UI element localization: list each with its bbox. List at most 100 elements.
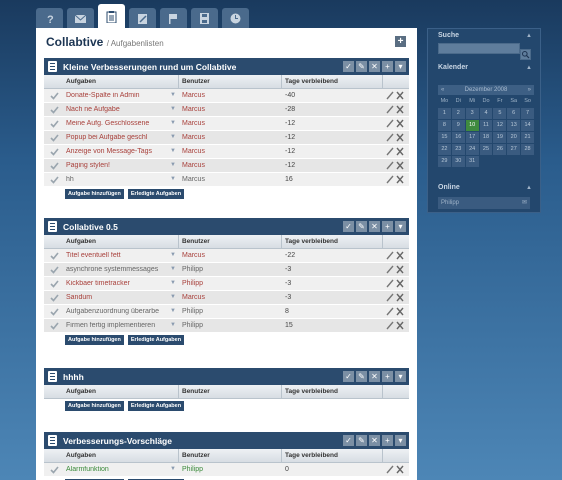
task-name[interactable]: Sandum	[66, 294, 176, 301]
search-button[interactable]	[520, 49, 531, 60]
table-row[interactable]: Meine Aufg. Geschlossene ▼ Marcus -12	[44, 117, 409, 131]
help-tab[interactable]: ?	[36, 8, 63, 28]
task-user[interactable]: Marcus	[182, 148, 205, 155]
task-user[interactable]: Philipp	[182, 280, 203, 287]
collapse-icon[interactable]: ▲	[526, 181, 532, 195]
expand-icon[interactable]: ▼	[170, 176, 176, 182]
calendar-day[interactable]: 15	[438, 132, 451, 143]
delete-icon[interactable]	[396, 321, 404, 330]
calendar-day[interactable]: 2	[451, 108, 465, 119]
calendar-day[interactable]: 18	[479, 132, 493, 143]
calendar-day[interactable]: 3	[465, 108, 479, 119]
expand-icon[interactable]: ▼	[170, 106, 176, 112]
add-task-button[interactable]: Aufgabe hinzufügen	[65, 335, 124, 345]
task-name[interactable]: Kickbaer timetracker	[66, 280, 176, 287]
table-row[interactable]: Alarmfunktion ▼ Philipp 0	[44, 463, 409, 477]
task-name[interactable]: asynchrone systemmessages	[66, 266, 176, 273]
done-tasks-button[interactable]: Erledigte Aufgaben	[127, 189, 185, 199]
expand-icon[interactable]: ▼	[170, 322, 176, 328]
collapse-icon[interactable]: ▾	[395, 371, 406, 382]
task-user[interactable]: Marcus	[182, 162, 205, 169]
calendar-day[interactable]: 20	[507, 132, 521, 143]
check-icon[interactable]: ✓	[343, 221, 354, 232]
collapse-icon[interactable]: ▾	[395, 221, 406, 232]
calendar-day[interactable]: 8	[438, 120, 451, 131]
add-icon[interactable]: +	[382, 435, 393, 446]
table-row[interactable]: Popup bei Aufgabe geschl ▼ Marcus -12	[44, 131, 409, 145]
next-month-icon[interactable]: »	[528, 85, 531, 95]
delete-icon[interactable]	[396, 161, 404, 170]
task-user[interactable]: Philipp	[182, 322, 203, 329]
message-icon[interactable]: ✉	[522, 197, 527, 209]
task-name[interactable]: Aufgabenzuordnung überarbe	[66, 308, 176, 315]
task-list-header[interactable]: Verbesserungs-Vorschläge ✓ ✎ ✕ + ▾	[44, 432, 409, 449]
delete-icon[interactable]	[396, 91, 404, 100]
task-user[interactable]: Philipp	[182, 266, 203, 273]
calendar-day[interactable]: 19	[493, 132, 507, 143]
add-task-button[interactable]: Aufgabe hinzufügen	[65, 189, 124, 199]
edit-icon[interactable]	[386, 91, 394, 100]
task-name[interactable]: Alarmfunktion	[66, 466, 176, 473]
expand-icon[interactable]: ▼	[170, 294, 176, 300]
check-icon[interactable]: ✓	[343, 371, 354, 382]
task-name[interactable]: Firmen fertig implementieren	[66, 322, 176, 329]
edit-icon[interactable]	[386, 133, 394, 142]
collapse-icon[interactable]: ▾	[395, 435, 406, 446]
edit-icon[interactable]	[386, 105, 394, 114]
task-name[interactable]: Popup bei Aufgabe geschl	[66, 134, 176, 141]
calendar-day[interactable]: 13	[507, 120, 521, 131]
task-name[interactable]: Paging stylen!	[66, 162, 176, 169]
col-days[interactable]: Tage verbleibend	[285, 238, 338, 245]
edit-icon[interactable]	[386, 279, 394, 288]
online-user[interactable]: Philipp ✉	[438, 197, 530, 209]
col-days[interactable]: Tage verbleibend	[285, 452, 338, 459]
search-input[interactable]	[438, 43, 520, 54]
task-list-header[interactable]: Collabtive 0.5 ✓ ✎ ✕ + ▾	[44, 218, 409, 235]
delete-icon[interactable]	[396, 147, 404, 156]
tasks-tab[interactable]	[98, 4, 125, 28]
check-icon[interactable]	[50, 134, 59, 142]
table-row[interactable]: Firmen fertig implementieren ▼ Philipp 15	[44, 319, 409, 333]
calendar-day[interactable]: 28	[521, 144, 534, 155]
check-icon[interactable]	[50, 294, 59, 302]
edit-icon[interactable]	[386, 147, 394, 156]
delete-icon[interactable]	[396, 279, 404, 288]
expand-icon[interactable]: ▼	[170, 148, 176, 154]
flag-tab[interactable]	[160, 8, 187, 28]
task-name[interactable]: Donate-Spalte in Admin	[66, 92, 176, 99]
calendar-day[interactable]: 24	[465, 144, 479, 155]
collapse-icon[interactable]: ▾	[395, 61, 406, 72]
table-row[interactable]: hh ▼ Marcus 16	[44, 173, 409, 187]
edit-icon[interactable]	[386, 161, 394, 170]
table-row[interactable]: Titel eventuell fett ▼ Marcus -22	[44, 249, 409, 263]
calendar-day[interactable]: 14	[521, 120, 534, 131]
edit-icon[interactable]	[386, 251, 394, 260]
edit-icon[interactable]	[386, 293, 394, 302]
expand-icon[interactable]: ▼	[170, 134, 176, 140]
add-list-button[interactable]: +	[395, 36, 406, 47]
calendar-day[interactable]: 1	[438, 108, 451, 119]
task-user[interactable]: Marcus	[182, 120, 205, 127]
delete-icon[interactable]: ✕	[369, 435, 380, 446]
prev-month-icon[interactable]: «	[441, 85, 444, 95]
table-row[interactable]: Sandum ▼ Marcus -3	[44, 291, 409, 305]
add-icon[interactable]: +	[382, 371, 393, 382]
expand-icon[interactable]: ▼	[170, 120, 176, 126]
expand-icon[interactable]: ▼	[170, 280, 176, 286]
delete-icon[interactable]	[396, 251, 404, 260]
online-title[interactable]: Online ▲	[428, 181, 540, 195]
calendar-day[interactable]: 29	[438, 156, 451, 167]
edit-icon[interactable]	[386, 465, 394, 474]
check-icon[interactable]	[50, 466, 59, 474]
task-name[interactable]: Titel eventuell fett	[66, 252, 176, 259]
check-icon[interactable]	[50, 322, 59, 330]
calendar-day[interactable]: 10	[465, 120, 479, 131]
calendar-day[interactable]: 6	[507, 108, 521, 119]
col-days[interactable]: Tage verbleibend	[285, 78, 338, 85]
calendar-day[interactable]: 11	[479, 120, 493, 131]
task-user[interactable]: Philipp	[182, 466, 203, 473]
col-task[interactable]: Aufgaben	[66, 78, 96, 85]
table-row[interactable]: Aufgabenzuordnung überarbe ▼ Philipp 8	[44, 305, 409, 319]
task-user[interactable]: Philipp	[182, 308, 203, 315]
calendar-day[interactable]: 21	[521, 132, 534, 143]
